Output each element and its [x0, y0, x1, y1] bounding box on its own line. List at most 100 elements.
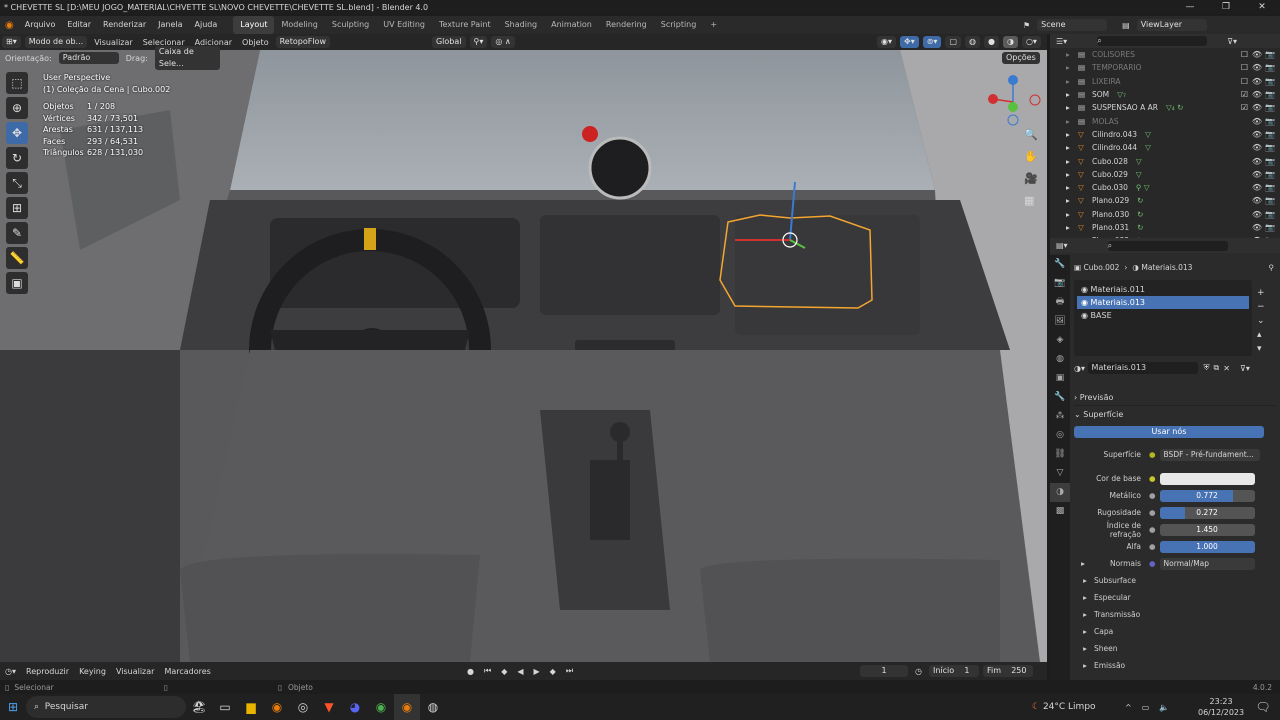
panel-superficie[interactable]: ⌄ Superfície [1074, 406, 1276, 422]
proportional-icon[interactable]: ◎ ∧ [491, 36, 515, 48]
list-item[interactable]: ◉ BASE [1077, 309, 1249, 322]
obs-icon[interactable]: ◍ [420, 694, 446, 720]
camera-icon[interactable]: 🎥 [1024, 172, 1044, 194]
exclude-checkbox[interactable]: ☑ [1241, 90, 1248, 99]
outliner-row[interactable]: ▸ ▤ SUSPENSAO A AR ▽₄ ↻ ☑ 👁 📷 [1050, 101, 1280, 114]
menu-reproduzir[interactable]: Reproduzir [21, 667, 74, 676]
outliner-row[interactable]: ▸ ▤ MOLAS 👁 📷 [1050, 114, 1280, 127]
render-visibility-icon[interactable]: 📷 [1265, 210, 1275, 219]
measure-icon[interactable]: 📏 [6, 247, 28, 269]
output-tab-icon[interactable]: 🖶 [1050, 293, 1070, 312]
add-cube-icon[interactable]: ▣ [6, 272, 28, 294]
eye-icon[interactable]: 👁 [1252, 117, 1262, 126]
play-reverse-icon[interactable]: ◀ [512, 667, 528, 676]
subpanel[interactable]: ▸ Emissão [1074, 657, 1276, 674]
menu-visualizar[interactable]: Visualizar [89, 38, 138, 47]
exclude-checkbox[interactable]: ☐ [1241, 63, 1248, 72]
render-visibility-icon[interactable]: 📷 [1265, 50, 1275, 59]
unlink-icon[interactable]: ✕ [1223, 364, 1230, 373]
outliner-row[interactable]: ▸ ▤ COLISORES ☐ 👁 📷 [1050, 48, 1280, 61]
outliner-row[interactable]: ▸ ▽ Cubo.028 ▽ 👁 📷 [1050, 154, 1280, 167]
expand-icon[interactable]: ▸ [1074, 559, 1092, 568]
grid-icon[interactable]: ▦ [1024, 194, 1044, 216]
exclude-checkbox[interactable]: ☐ [1241, 50, 1248, 59]
eye-icon[interactable]: 👁 [1252, 50, 1262, 59]
blender-logo-icon[interactable]: ◉ [0, 20, 19, 31]
list-item[interactable]: ◉ Materiais.013 [1077, 296, 1249, 309]
eye-icon[interactable]: 👁 [1252, 210, 1262, 219]
render-visibility-icon[interactable]: 📷 [1265, 170, 1275, 179]
pan-hand-icon[interactable]: ✋ [1024, 150, 1044, 172]
taskbar-search[interactable]: ⌕ Pesquisar [26, 696, 186, 718]
physics-tab-icon[interactable]: ◎ [1050, 426, 1070, 445]
editor-type-icon[interactable]: ⊞▾ [2, 36, 21, 48]
gizmo-icon[interactable]: ✥▾ [900, 36, 919, 48]
list-item[interactable]: ◉ Materiais.011 [1077, 283, 1249, 296]
brave-icon[interactable]: ▼ [316, 694, 342, 720]
remove-slot-icon[interactable]: − [1257, 300, 1271, 314]
close-button[interactable]: ✕ [1244, 0, 1280, 14]
render-visibility-icon[interactable]: 📷 [1265, 143, 1275, 152]
material-tab-icon[interactable]: ◑ [1050, 483, 1070, 502]
render-visibility-icon[interactable]: 📷 [1265, 77, 1275, 86]
panel-previsao[interactable]: › Previsão [1074, 390, 1276, 406]
menu-marcadores[interactable]: Marcadores [159, 667, 215, 676]
properties-search-input[interactable]: ⌕ [1107, 240, 1228, 251]
expand-icon[interactable]: ▸ [1066, 143, 1070, 152]
tool-tab-icon[interactable]: 🔧 [1050, 255, 1070, 274]
notification-icon[interactable]: 🗨 [1250, 694, 1276, 720]
steam-icon[interactable]: ◎ [290, 694, 316, 720]
outliner-row[interactable]: ▸ ▽ Plano.030 ↻ 👁 📷 [1050, 208, 1280, 221]
render-visibility-icon[interactable]: 📷 [1265, 223, 1275, 232]
expand-icon[interactable]: ▸ [1066, 196, 1070, 205]
eye-icon[interactable]: 👁 [1252, 223, 1262, 232]
constraints-tab-icon[interactable]: ⛓ [1050, 445, 1070, 464]
eye-icon[interactable]: 👁 [1252, 103, 1262, 112]
transform-icon[interactable]: ⊞ [6, 197, 28, 219]
blender-app-icon[interactable]: ◉ [264, 694, 290, 720]
view-layer-tab-icon[interactable]: 🖼 [1050, 312, 1070, 331]
blender-active-icon[interactable]: ◉ [394, 694, 420, 720]
windows-start-icon[interactable]: ⊞ [0, 694, 26, 720]
tab-rendering[interactable]: Rendering [599, 16, 654, 34]
cursor-icon[interactable]: ⊕ [6, 97, 28, 119]
tab-shading[interactable]: Shading [498, 16, 545, 34]
menu-janela[interactable]: Janela [152, 16, 188, 34]
subpanel[interactable]: ▸ Sheen [1074, 640, 1276, 657]
render-visibility-icon[interactable]: 📷 [1265, 103, 1275, 112]
expand-icon[interactable]: ▸ [1066, 210, 1070, 219]
tab-scripting[interactable]: Scripting [654, 16, 704, 34]
breadcrumb-material[interactable]: Materiais.013 [1141, 263, 1192, 272]
exclude-checkbox[interactable]: ☑ [1241, 103, 1248, 112]
eye-icon[interactable]: 👁 [1252, 143, 1262, 152]
expand-icon[interactable]: ▸ [1066, 103, 1070, 112]
discord-icon[interactable]: ◕ [342, 694, 368, 720]
slot-menu-icon[interactable]: ⌄ [1257, 314, 1271, 328]
render-visibility-icon[interactable]: 📷 [1265, 90, 1275, 99]
object-tab-icon[interactable]: ▣ [1050, 369, 1070, 388]
world-tab-icon[interactable]: ◍ [1050, 350, 1070, 369]
pin-icon[interactable]: ⚲ [1269, 263, 1275, 272]
maximize-button[interactable]: ❐ [1208, 0, 1244, 14]
render-visibility-icon[interactable]: 📷 [1265, 63, 1275, 72]
task-view-icon[interactable]: ▭ [212, 694, 238, 720]
field-value[interactable]: 1.450 [1159, 523, 1255, 536]
render-visibility-icon[interactable]: 📷 [1265, 196, 1275, 205]
select-box-icon[interactable]: ⬚ [6, 72, 28, 94]
shading-material-icon[interactable]: ◑ [1002, 36, 1018, 48]
menu-keying[interactable]: Keying [74, 667, 111, 676]
normal-input[interactable]: Normal/Map [1159, 557, 1255, 570]
volume-icon[interactable]: 🔈 [1154, 703, 1174, 712]
menu-renderizar[interactable]: Renderizar [97, 16, 152, 34]
end-frame-field[interactable]: Fim 250 [982, 665, 1033, 677]
modifier-tab-icon[interactable]: 🔧 [1050, 388, 1070, 407]
subpanel[interactable]: ▸ Transmissão [1074, 606, 1276, 623]
use-nodes-button[interactable]: Usar nós [1074, 426, 1264, 438]
editor-type-icon[interactable]: ◷▾ [0, 667, 21, 676]
eye-icon[interactable]: 👁 [1252, 130, 1262, 139]
annotate-icon[interactable]: ✎ [6, 222, 28, 244]
texture-tab-icon[interactable]: ▩ [1050, 502, 1070, 521]
expand-icon[interactable]: ▸ [1066, 183, 1070, 192]
add-workspace-icon[interactable]: + [703, 16, 724, 34]
exclude-checkbox[interactable]: ☐ [1241, 77, 1248, 86]
